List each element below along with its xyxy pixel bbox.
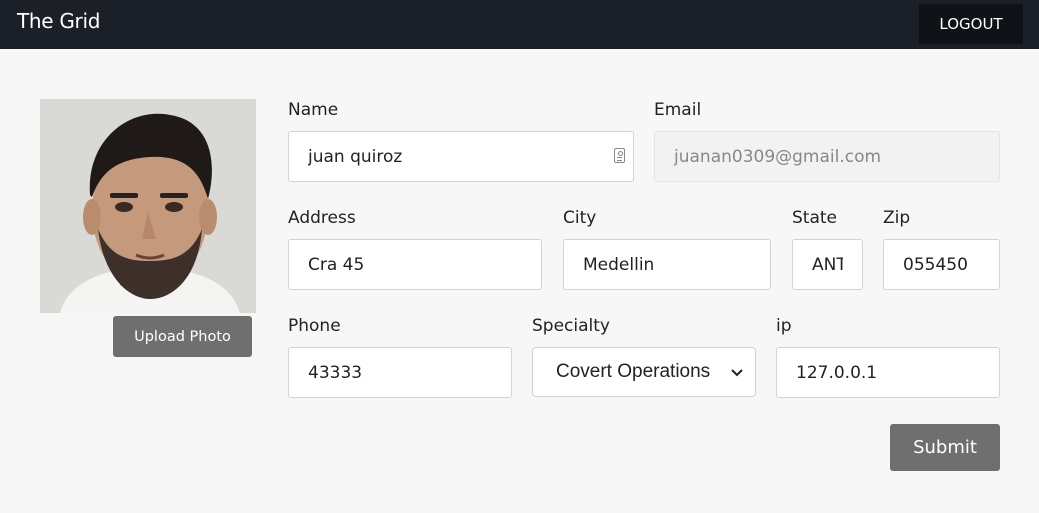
state-value: ANT [812, 254, 843, 275]
phone-input[interactable]: 43333 [288, 347, 512, 398]
profile-photo [40, 99, 256, 313]
city-input[interactable]: Medellin [563, 239, 771, 290]
email-value: juanan0309@gmail.com [674, 146, 882, 167]
state-label: State [792, 208, 837, 228]
city-label: City [563, 208, 597, 228]
city-value: Medellin [583, 254, 655, 275]
upload-photo-button[interactable]: Upload Photo [113, 316, 252, 357]
app-title: The Grid [17, 9, 101, 33]
logout-button[interactable]: LOGOUT [919, 4, 1023, 44]
address-input[interactable]: Cra 45 [288, 239, 542, 290]
contact-card-icon[interactable] [614, 148, 625, 163]
top-navbar: The Grid LOGOUT [0, 0, 1039, 49]
profile-photo-image [40, 99, 256, 313]
state-input[interactable]: ANT [792, 239, 863, 290]
zip-label: Zip [883, 208, 911, 228]
specialty-label: Specialty [532, 316, 610, 336]
address-value: Cra 45 [308, 254, 365, 275]
phone-label: Phone [288, 316, 341, 336]
specialty-select[interactable]: Covert Operations [532, 347, 756, 397]
name-label: Name [288, 100, 339, 120]
email-input: juanan0309@gmail.com [654, 131, 1000, 182]
ip-input[interactable]: 127.0.0.1 [776, 347, 1000, 398]
submit-button[interactable]: Submit [890, 424, 1000, 471]
ip-value: 127.0.0.1 [796, 362, 878, 383]
specialty-value: Covert Operations [556, 361, 711, 382]
address-label: Address [288, 208, 356, 228]
phone-value: 43333 [308, 362, 363, 383]
zip-input[interactable]: 055450 [883, 239, 1000, 290]
zip-value: 055450 [903, 254, 968, 275]
ip-label: ip [776, 316, 792, 336]
email-label: Email [654, 100, 702, 120]
chevron-down-icon [731, 365, 743, 380]
name-value: juan quiroz [308, 146, 403, 167]
name-input[interactable]: juan quiroz [288, 131, 634, 182]
